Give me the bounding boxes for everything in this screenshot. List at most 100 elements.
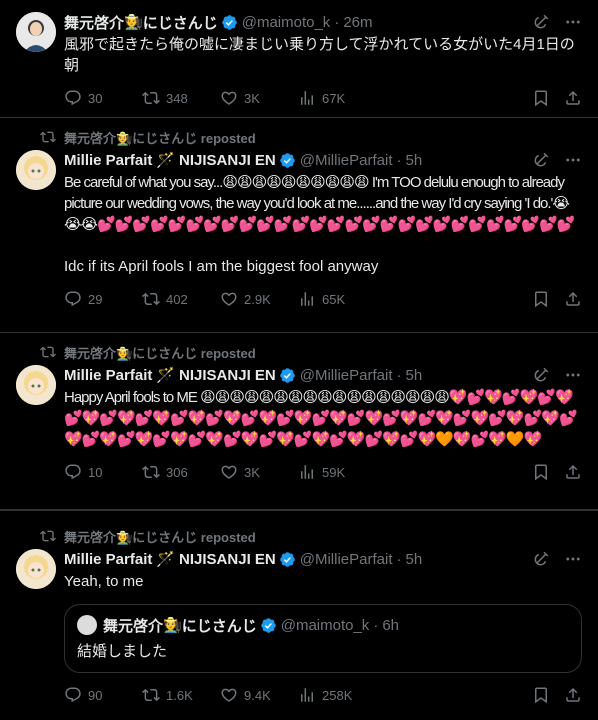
author-handle[interactable]: @MillieParfait (300, 551, 393, 568)
views-button[interactable]: 65K (298, 290, 376, 308)
bookmark-icon[interactable] (532, 686, 550, 704)
views-icon (298, 686, 316, 704)
repost-icon (142, 290, 160, 308)
author-handle[interactable]: @maimoto_k (242, 14, 331, 31)
views-count: 67K (322, 90, 346, 106)
repost-count: 306 (166, 464, 188, 480)
tweet-text: Be careful of what you say...😩😩😩😩😩😩😩😩😩😩 … (64, 172, 582, 277)
separator: · (396, 550, 402, 568)
like-button[interactable]: 2.9K (220, 290, 298, 308)
like-icon (220, 463, 238, 481)
share-icon[interactable] (564, 686, 582, 704)
more-icon[interactable] (564, 13, 582, 31)
share-icon[interactable] (564, 290, 582, 308)
quote-author-badge: 🧑‍🌾 (163, 617, 182, 634)
grok-icon[interactable] (532, 550, 550, 568)
repost-count: 348 (166, 90, 188, 106)
author-name[interactable]: Millie Parfait (64, 367, 152, 384)
repost-label-text[interactable]: 舞元啓介🧑‍🌾にじさんじ reposted (64, 527, 256, 546)
avatar[interactable] (77, 615, 97, 635)
like-button[interactable]: 9.4K (220, 686, 298, 704)
like-count: 9.4K (244, 687, 271, 703)
quote-text: 結婚しました (77, 643, 168, 660)
author-suffix[interactable]: NIJISANJI EN (179, 152, 276, 169)
quote-author-name[interactable]: 舞元啓介 (103, 615, 163, 636)
bookmark-icon[interactable] (532, 290, 550, 308)
quote-author-handle[interactable]: @maimoto_k (281, 617, 370, 634)
quoted-tweet[interactable]: 舞元啓介 🧑‍🌾 にじさんじ @maimoto_k · 6h 結婚しました (64, 604, 582, 673)
tweet-3[interactable]: 舞元啓介🧑‍🌾にじさんじ reposted Millie Parfait 🪄 N… (0, 333, 598, 510)
separator: · (334, 13, 340, 31)
quote-time[interactable]: 6h (382, 617, 399, 634)
repost-label-text[interactable]: 舞元啓介🧑‍🌾にじさんじ reposted (64, 343, 256, 362)
separator: · (396, 151, 402, 169)
author-suffix[interactable]: NIJISANJI EN (179, 551, 276, 568)
tweet-1[interactable]: 舞元啓介 🧑‍🌾 にじさんじ @maimoto_k · 26m 風邪で起きたら俺… (0, 0, 598, 118)
share-icon[interactable] (564, 463, 582, 481)
bookmark-icon[interactable] (532, 463, 550, 481)
reply-icon (64, 290, 82, 308)
author-suffix[interactable]: にじさんじ (143, 12, 218, 33)
avatar[interactable] (16, 150, 56, 190)
tweet-time[interactable]: 5h (406, 551, 423, 568)
tweet-2[interactable]: 舞元啓介🧑‍🌾にじさんじ reposted Millie Parfait 🪄 N… (0, 118, 598, 333)
quote-author-suffix[interactable]: にじさんじ (182, 615, 257, 636)
reply-button[interactable]: 90 (64, 686, 142, 704)
repost-button[interactable]: 1.6K (142, 686, 220, 704)
like-button[interactable]: 3K (220, 463, 298, 481)
avatar[interactable] (16, 549, 56, 589)
bookmark-icon[interactable] (532, 89, 550, 107)
verified-badge-icon (279, 152, 296, 169)
more-icon[interactable] (564, 366, 582, 384)
more-icon[interactable] (564, 151, 582, 169)
share-icon[interactable] (564, 89, 582, 107)
tweet-text: Yeah, to me (64, 573, 144, 590)
reply-count: 90 (88, 687, 103, 703)
repost-label: 舞元啓介🧑‍🌾にじさんじ reposted (16, 124, 582, 150)
avatar[interactable] (16, 12, 56, 52)
reply-button[interactable]: 30 (64, 89, 142, 107)
tweet-text: Happy April fools to ME 😩😩😩😩😩😩😩😩😩😩😩😩😩😩😩😩… (64, 389, 578, 448)
more-icon[interactable] (564, 550, 582, 568)
views-count: 59K (322, 464, 346, 480)
like-button[interactable]: 3K (220, 89, 298, 107)
repost-icon (142, 89, 160, 107)
like-icon (220, 89, 238, 107)
tweet-time[interactable]: 5h (406, 152, 423, 169)
tweet-text-line: Be careful of what you say...😩😩😩😩😩😩😩😩😩😩 … (64, 174, 575, 233)
tweet-4[interactable]: 舞元啓介🧑‍🌾にじさんじ reposted Millie Parfait 🪄 N… (0, 510, 598, 720)
views-button[interactable]: 67K (298, 89, 376, 107)
repost-button[interactable]: 348 (142, 89, 220, 107)
grok-icon[interactable] (532, 366, 550, 384)
separator: · (373, 616, 379, 634)
author-badge: 🪄 (156, 551, 176, 568)
like-count: 2.9K (244, 291, 271, 307)
author-suffix[interactable]: NIJISANJI EN (179, 367, 276, 384)
repost-icon (40, 344, 56, 360)
repost-button[interactable]: 306 (142, 463, 220, 481)
author-badge: 🧑‍🌾 (124, 14, 143, 31)
reply-button[interactable]: 29 (64, 290, 142, 308)
author-name[interactable]: Millie Parfait (64, 551, 152, 568)
repost-icon (40, 528, 56, 544)
reply-count: 10 (88, 464, 103, 480)
reply-button[interactable]: 10 (64, 463, 142, 481)
views-button[interactable]: 258K (298, 686, 376, 704)
tweet-time[interactable]: 5h (406, 367, 423, 384)
grok-icon[interactable] (532, 13, 550, 31)
repost-count: 402 (166, 291, 188, 307)
grok-icon[interactable] (532, 151, 550, 169)
author-name[interactable]: Millie Parfait (64, 152, 152, 169)
repost-button[interactable]: 402 (142, 290, 220, 308)
author-handle[interactable]: @MillieParfait (300, 152, 393, 169)
repost-icon (40, 129, 56, 145)
views-count: 65K (322, 291, 346, 307)
verified-badge-icon (279, 367, 296, 384)
author-name[interactable]: 舞元啓介 (64, 12, 124, 33)
views-button[interactable]: 59K (298, 463, 376, 481)
tweet-time[interactable]: 26m (343, 14, 372, 31)
repost-label-text[interactable]: 舞元啓介🧑‍🌾にじさんじ reposted (64, 128, 256, 147)
repost-label: 舞元啓介🧑‍🌾にじさんじ reposted (16, 523, 582, 549)
author-handle[interactable]: @MillieParfait (300, 367, 393, 384)
avatar[interactable] (16, 365, 56, 405)
